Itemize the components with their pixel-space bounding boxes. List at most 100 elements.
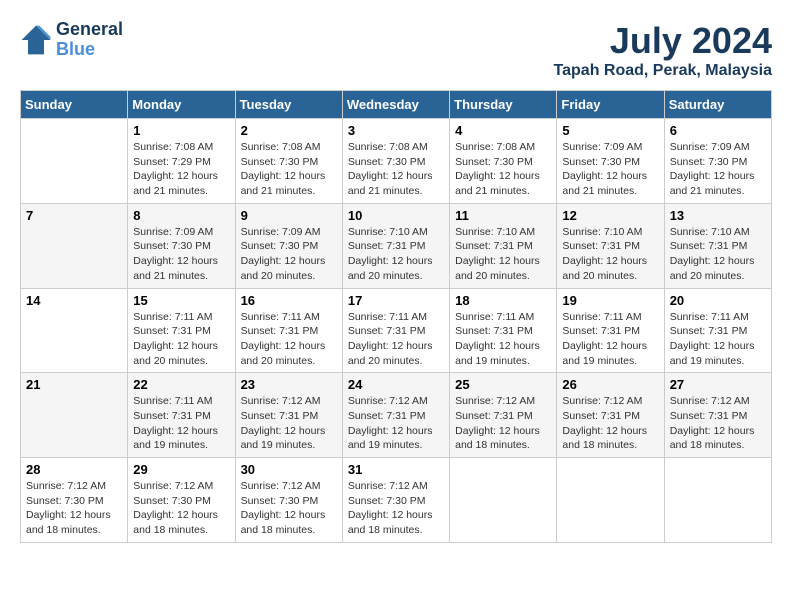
table-row: 9Sunrise: 7:09 AMSunset: 7:30 PMDaylight… <box>235 203 342 288</box>
table-row: 20 Sunrise: 7:11 AMSunset: 7:31 PMDayligh… <box>664 288 771 373</box>
day-info: Sunrise: 7:12 AMSunset: 7:30 PMDaylight:… <box>26 479 122 538</box>
day-number: 1 <box>133 123 229 138</box>
day-info: Sunrise: 7:12 AMSunset: 7:30 PMDaylight:… <box>241 479 337 538</box>
day-number: 28 <box>26 462 122 477</box>
day-number: 25 <box>455 377 551 392</box>
day-info: Sunrise: 7:12 AMSunset: 7:30 PMDaylight:… <box>348 479 444 538</box>
calendar-table: Sunday Monday Tuesday Wednesday Thursday… <box>20 90 772 543</box>
table-row <box>21 119 128 204</box>
day-info: Sunrise: 7:12 AMSunset: 7:31 PMDaylight:… <box>670 394 766 453</box>
day-info: Sunrise: 7:08 AMSunset: 7:30 PMDaylight:… <box>455 140 551 199</box>
day-number: 4 <box>455 123 551 138</box>
day-number: 17 <box>348 293 444 308</box>
table-row: 31 Sunrise: 7:12 AMSunset: 7:30 PMDayligh… <box>342 458 449 543</box>
calendar-week-row: 21 22Sunrise: 7:11 AMSunset: 7:31 PMDayli… <box>21 373 772 458</box>
page-header: General Blue July 2024 Tapah Road, Perak… <box>20 20 772 80</box>
table-row: 16 Sunrise: 7:11 AMSunset: 7:31 PMDayligh… <box>235 288 342 373</box>
title-block: July 2024 Tapah Road, Perak, Malaysia <box>554 20 772 80</box>
day-info: Sunrise: 7:11 AMSunset: 7:31 PMDaylight:… <box>670 310 766 369</box>
day-info: Sunrise: 7:12 AMSunset: 7:31 PMDaylight:… <box>562 394 658 453</box>
logo-icon <box>20 24 52 56</box>
table-row: 11Sunrise: 7:10 AMSunset: 7:31 PMDayligh… <box>450 203 557 288</box>
table-row: 28 Sunrise: 7:12 AMSunset: 7:30 PMDayligh… <box>21 458 128 543</box>
day-number: 13 <box>670 208 766 223</box>
table-row: 26Sunrise: 7:12 AMSunset: 7:31 PMDayligh… <box>557 373 664 458</box>
day-info: Sunrise: 7:10 AMSunset: 7:31 PMDaylight:… <box>348 225 444 284</box>
day-number: 20 <box>670 293 766 308</box>
day-info: Sunrise: 7:09 AMSunset: 7:30 PMDaylight:… <box>562 140 658 199</box>
day-number: 16 <box>241 293 337 308</box>
calendar-week-row: 28 Sunrise: 7:12 AMSunset: 7:30 PMDayligh… <box>21 458 772 543</box>
table-row: 2Sunrise: 7:08 AMSunset: 7:30 PMDaylight… <box>235 119 342 204</box>
table-row: 22Sunrise: 7:11 AMSunset: 7:31 PMDayligh… <box>128 373 235 458</box>
day-info: Sunrise: 7:08 AMSunset: 7:29 PMDaylight:… <box>133 140 229 199</box>
day-info: Sunrise: 7:12 AMSunset: 7:31 PMDaylight:… <box>241 394 337 453</box>
day-number: 22 <box>133 377 229 392</box>
day-number: 2 <box>241 123 337 138</box>
day-info: Sunrise: 7:09 AMSunset: 7:30 PMDaylight:… <box>133 225 229 284</box>
day-info: Sunrise: 7:10 AMSunset: 7:31 PMDaylight:… <box>562 225 658 284</box>
table-row: 23 Sunrise: 7:12 AMSunset: 7:31 PMDayligh… <box>235 373 342 458</box>
table-row: 3Sunrise: 7:08 AMSunset: 7:30 PMDaylight… <box>342 119 449 204</box>
table-row: 18Sunrise: 7:11 AMSunset: 7:31 PMDayligh… <box>450 288 557 373</box>
day-info: Sunrise: 7:12 AMSunset: 7:31 PMDaylight:… <box>348 394 444 453</box>
day-number: 5 <box>562 123 658 138</box>
col-thursday: Thursday <box>450 91 557 119</box>
day-info: Sunrise: 7:09 AMSunset: 7:30 PMDaylight:… <box>670 140 766 199</box>
month-year: July 2024 <box>554 20 772 62</box>
calendar-week-row: 14 15 Sunrise: 7:11 AMSunset: 7:31 PMDayli… <box>21 288 772 373</box>
day-number: 24 <box>348 377 444 392</box>
table-row <box>557 458 664 543</box>
table-row: 25 Sunrise: 7:12 AMSunset: 7:31 PMDayligh… <box>450 373 557 458</box>
table-row: 29 Sunrise: 7:12 AMSunset: 7:30 PMDayligh… <box>128 458 235 543</box>
table-row: 4 Sunrise: 7:08 AMSunset: 7:30 PMDaylight… <box>450 119 557 204</box>
table-row: 19Sunrise: 7:11 AMSunset: 7:31 PMDayligh… <box>557 288 664 373</box>
logo-text: General Blue <box>56 20 123 60</box>
col-saturday: Saturday <box>664 91 771 119</box>
day-info: Sunrise: 7:12 AMSunset: 7:31 PMDaylight:… <box>455 394 551 453</box>
table-row: 30 Sunrise: 7:12 AMSunset: 7:30 PMDayligh… <box>235 458 342 543</box>
calendar-header-row: Sunday Monday Tuesday Wednesday Thursday… <box>21 91 772 119</box>
day-number: 29 <box>133 462 229 477</box>
table-row: 17Sunrise: 7:11 AMSunset: 7:31 PMDayligh… <box>342 288 449 373</box>
day-info: Sunrise: 7:12 AMSunset: 7:30 PMDaylight:… <box>133 479 229 538</box>
day-number: 27 <box>670 377 766 392</box>
calendar-week-row: 78Sunrise: 7:09 AMSunset: 7:30 PMDayligh… <box>21 203 772 288</box>
day-info: Sunrise: 7:10 AMSunset: 7:31 PMDaylight:… <box>670 225 766 284</box>
table-row <box>664 458 771 543</box>
day-number: 21 <box>26 377 122 392</box>
table-row: 10 Sunrise: 7:10 AMSunset: 7:31 PMDayligh… <box>342 203 449 288</box>
table-row: 15 Sunrise: 7:11 AMSunset: 7:31 PMDayligh… <box>128 288 235 373</box>
day-number: 23 <box>241 377 337 392</box>
col-monday: Monday <box>128 91 235 119</box>
table-row: 24 Sunrise: 7:12 AMSunset: 7:31 PMDayligh… <box>342 373 449 458</box>
location: Tapah Road, Perak, Malaysia <box>554 62 772 80</box>
col-friday: Friday <box>557 91 664 119</box>
day-info: Sunrise: 7:09 AMSunset: 7:30 PMDaylight:… <box>241 225 337 284</box>
day-number: 30 <box>241 462 337 477</box>
col-tuesday: Tuesday <box>235 91 342 119</box>
day-info: Sunrise: 7:11 AMSunset: 7:31 PMDaylight:… <box>241 310 337 369</box>
table-row: 1 Sunrise: 7:08 AMSunset: 7:29 PMDaylight… <box>128 119 235 204</box>
col-wednesday: Wednesday <box>342 91 449 119</box>
day-number: 12 <box>562 208 658 223</box>
day-number: 31 <box>348 462 444 477</box>
day-info: Sunrise: 7:10 AMSunset: 7:31 PMDaylight:… <box>455 225 551 284</box>
calendar-week-row: 1 Sunrise: 7:08 AMSunset: 7:29 PMDaylight… <box>21 119 772 204</box>
table-row: 12 Sunrise: 7:10 AMSunset: 7:31 PMDayligh… <box>557 203 664 288</box>
table-row: 5 Sunrise: 7:09 AMSunset: 7:30 PMDaylight… <box>557 119 664 204</box>
day-number: 15 <box>133 293 229 308</box>
day-number: 8 <box>133 208 229 223</box>
day-number: 18 <box>455 293 551 308</box>
table-row: 6Sunrise: 7:09 AMSunset: 7:30 PMDaylight… <box>664 119 771 204</box>
logo: General Blue <box>20 20 123 60</box>
day-number: 10 <box>348 208 444 223</box>
table-row <box>450 458 557 543</box>
table-row: 27 Sunrise: 7:12 AMSunset: 7:31 PMDayligh… <box>664 373 771 458</box>
day-info: Sunrise: 7:11 AMSunset: 7:31 PMDaylight:… <box>133 310 229 369</box>
col-sunday: Sunday <box>21 91 128 119</box>
table-row: 13 Sunrise: 7:10 AMSunset: 7:31 PMDayligh… <box>664 203 771 288</box>
table-row: 21 <box>21 373 128 458</box>
table-row: 14 <box>21 288 128 373</box>
day-info: Sunrise: 7:11 AMSunset: 7:31 PMDaylight:… <box>562 310 658 369</box>
